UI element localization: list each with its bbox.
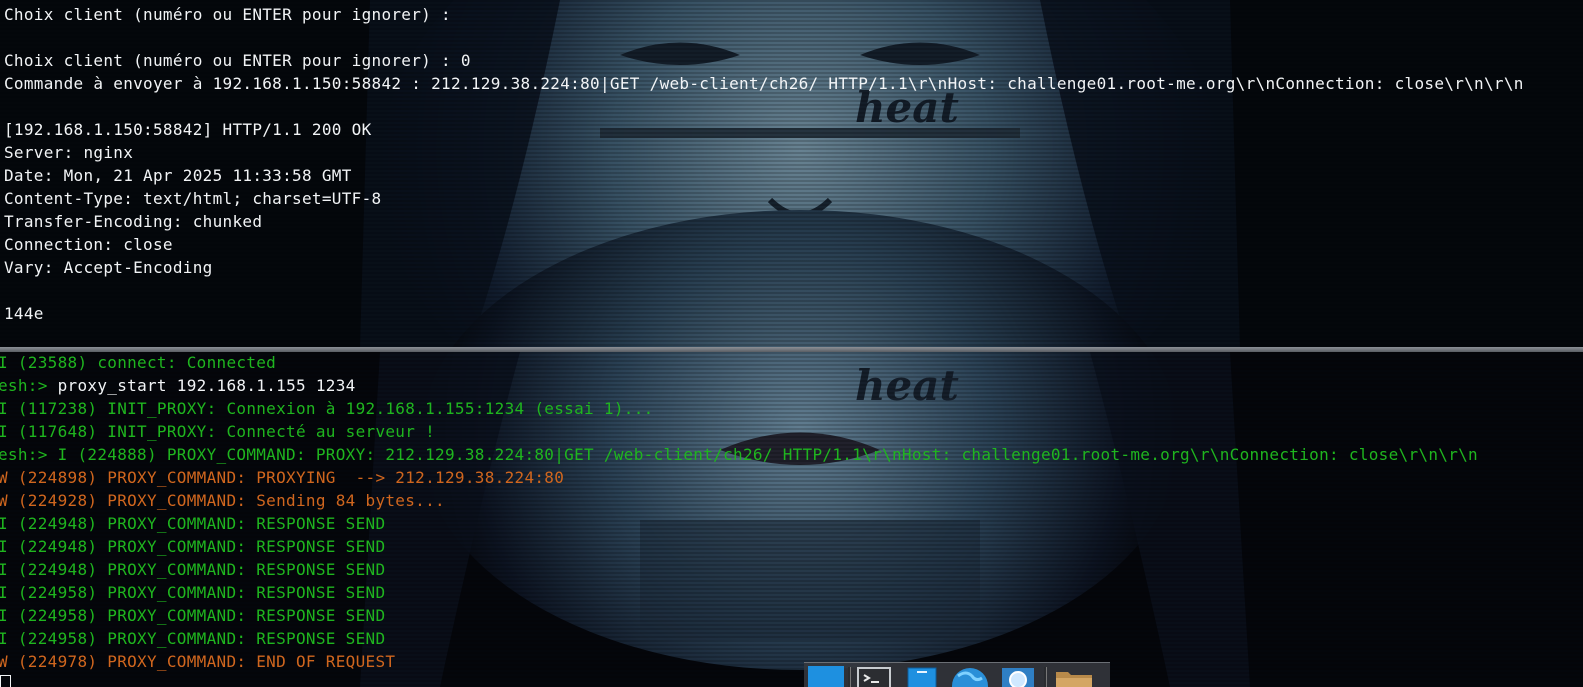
terminal-line: Commande à envoyer à 192.168.1.150:58842… xyxy=(4,74,1524,93)
folder-icon[interactable] xyxy=(1054,666,1092,687)
show-desktop-icon[interactable] xyxy=(808,666,844,687)
log-line-info: I (224958) PROXY_COMMAND: RESPONSE SEND xyxy=(0,606,386,625)
taskbar-dock xyxy=(804,662,1110,687)
terminal-cursor xyxy=(0,675,11,687)
terminal-line: Date: Mon, 21 Apr 2025 11:33:58 GMT xyxy=(4,166,352,185)
terminal-line: Server: nginx xyxy=(4,143,134,162)
terminal-line: Connection: close xyxy=(4,235,173,254)
terminal-line: [192.168.1.150:58842] HTTP/1.1 200 OK xyxy=(4,120,372,139)
shell-command: proxy_start 192.168.1.155 1234 xyxy=(57,376,356,395)
browser-globe-icon[interactable] xyxy=(952,666,988,687)
terminal-line: 144e xyxy=(4,304,44,323)
log-line-warning: W (224928) PROXY_COMMAND: Sending 84 byt… xyxy=(0,491,445,510)
log-line-info: I (224958) PROXY_COMMAND: RESPONSE SEND xyxy=(0,629,386,648)
dock-separator xyxy=(1044,667,1047,687)
dock-separator xyxy=(848,667,851,687)
terminal-line: Vary: Accept-Encoding xyxy=(4,258,213,277)
log-line-info: I (23588) connect: Connected xyxy=(0,353,277,372)
shell-prompt: esh:> xyxy=(0,376,58,395)
search-icon[interactable] xyxy=(1000,666,1036,687)
terminal-line: Transfer-Encoding: chunked xyxy=(4,212,263,231)
log-line-info: I (117648) INIT_PROXY: Connecté au serve… xyxy=(0,422,436,441)
terminal-pane-bottom[interactable]: I (23588) connect: Connected esh:> proxy… xyxy=(0,352,1583,687)
terminal-line: Content-Type: text/html; charset=UTF-8 xyxy=(4,189,382,208)
terminal-icon[interactable] xyxy=(856,666,892,687)
log-line-warning: W (224898) PROXY_COMMAND: PROXYING --> 2… xyxy=(0,468,565,487)
log-line-info: I (224948) PROXY_COMMAND: RESPONSE SEND xyxy=(0,560,386,579)
terminal-pane-top[interactable]: Choix client (numéro ou ENTER pour ignor… xyxy=(0,0,1583,348)
shell-prompt-line: esh:> proxy_start 192.168.1.155 1234 xyxy=(0,375,356,397)
log-line-info: I (224958) PROXY_COMMAND: RESPONSE SEND xyxy=(0,583,386,602)
log-line-info: I (224948) PROXY_COMMAND: RESPONSE SEND xyxy=(0,537,386,556)
terminal-line: Choix client (numéro ou ENTER pour ignor… xyxy=(4,5,451,24)
pane-split-handle[interactable] xyxy=(0,347,1583,352)
log-line-warning: W (224978) PROXY_COMMAND: END OF REQUEST xyxy=(0,652,396,671)
terminal-line: Choix client (numéro ou ENTER pour ignor… xyxy=(4,51,471,70)
editor-icon[interactable] xyxy=(904,666,940,687)
log-line-info: esh:> I (224888) PROXY_COMMAND: PROXY: 2… xyxy=(0,445,1478,464)
log-line-info: I (117238) INIT_PROXY: Connexion à 192.1… xyxy=(0,399,654,418)
log-line-info: I (224948) PROXY_COMMAND: RESPONSE SEND xyxy=(0,514,386,533)
